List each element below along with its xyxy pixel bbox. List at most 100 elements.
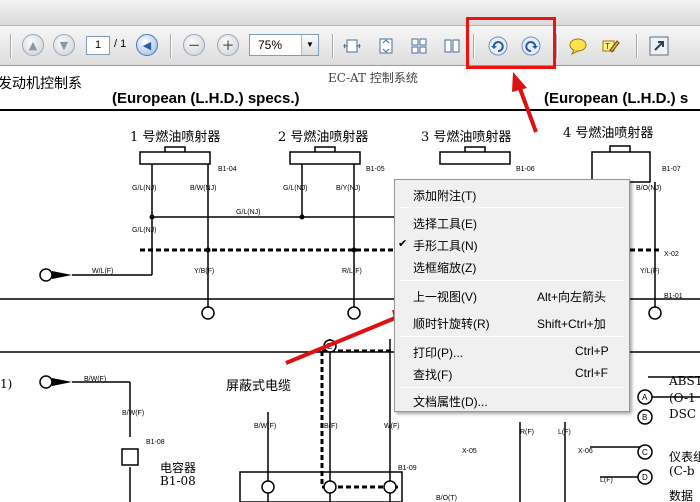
circle-letter: E [327,342,333,351]
circle-letter: D [642,473,648,482]
wire-label: W/L(F) [92,268,114,275]
fullscreen-icon[interactable] [648,35,670,57]
menu-separator [401,387,623,388]
menu-item-label: 打印(P)... [413,346,463,360]
page-number-input[interactable]: 1 [86,36,110,55]
left-marker: 1) [0,377,13,391]
menu-item-marquee-zoom[interactable]: 选框缩放(Z) [395,256,629,276]
right-label: ABST [669,374,700,388]
menu-item-rotate-clockwise[interactable]: 顺时针旋转(R) Shift+Ctrl+加 [395,312,629,332]
connector-code: B1-05 [366,166,385,173]
toolbar-separator [170,34,171,58]
wire-label: L(F) [600,477,613,484]
title-strip [0,0,700,26]
zoom-in-button[interactable]: + [217,34,239,56]
wire-label: B(F) [324,423,338,430]
rotate-buttons-highlight [466,17,556,69]
connector-code: B1-07 [662,166,681,173]
arrow-down-icon: ▼ [59,38,69,52]
zoom-out-button[interactable]: − [183,34,205,56]
menu-item-select-tool[interactable]: 选择工具(E) [395,212,629,232]
connector-code: B1-01 [664,293,683,300]
circle-letter: A [642,393,648,402]
wire-label: B/W(NJ) [190,185,217,192]
minus-icon: − [187,35,201,54]
toolbar-separator [636,34,637,58]
connector-code: X-06 [578,448,593,455]
arrow-left-icon: ◀ [142,38,152,52]
circle-letter: C [642,448,648,457]
menu-item-add-note[interactable]: 添加附注(T) [395,184,629,204]
wire-label: B/O(NJ) [636,185,662,192]
wire-label: B/W(F) [84,376,107,383]
go-back-button[interactable]: ◀ [136,34,158,56]
wire-label: G/L(NJ) [236,209,261,216]
checkmark-icon: ✔ [398,238,408,250]
right-label: (O-1 [669,391,696,405]
context-menu: 添加附注(T) 选择工具(E) ✔ 手形工具(N) 选框缩放(Z) 上一视图(V… [394,179,630,412]
wire-label: R/L(F) [342,268,362,275]
right-label: (C-b [669,464,695,478]
menu-item-shortcut: Shift+Ctrl+加 [537,317,606,331]
menu-item-shortcut: Alt+向左箭头 [537,290,607,304]
menu-separator [401,280,623,281]
page-total-label: / 1 [114,38,127,50]
previous-page-button[interactable]: ▲ [22,34,44,56]
right-label: 数据 [669,489,694,502]
connector-code: B1-04 [218,166,237,173]
plus-icon: + [221,35,235,54]
wire-label: B/W(F) [122,410,145,417]
menu-item-document-properties[interactable]: 文档属性(D)... [395,390,629,410]
wire-label: B/W(F) [254,423,277,430]
menu-item-label: 顺时针旋转(R) [413,317,490,331]
connector-code: B1-09 [398,465,417,472]
menu-item-label: 文档属性(D)... [413,395,488,409]
connector-code: X-02 [664,251,679,258]
menu-item-print[interactable]: 打印(P)... Ctrl+P [395,341,629,361]
toolbar-separator [556,34,557,58]
menu-item-previous-view[interactable]: 上一视图(V) Alt+向左箭头 [395,285,629,305]
wire-label: L(F) [558,429,571,436]
chevron-down-icon[interactable]: ▼ [301,35,318,55]
fit-page-icon[interactable] [376,36,396,56]
zoom-select[interactable]: 75% ▼ [249,34,319,56]
two-page-view-icon[interactable] [442,36,462,56]
wire-label: G/L(NJ) [132,185,157,192]
toolbar-separator [10,34,11,58]
arrow-up-icon: ▲ [28,38,38,52]
menu-item-shortcut: Ctrl+F [575,366,608,380]
connector-code: B1-08 [146,439,165,446]
right-label: 仪表组 [669,450,700,464]
menu-item-find[interactable]: 查找(F) Ctrl+F [395,363,629,383]
continuous-pages-icon[interactable] [409,36,429,56]
wire-label: B/O(T) [436,495,457,502]
zoom-value: 75% [258,38,283,52]
menu-separator [401,336,623,337]
menu-item-label: 选框缩放(Z) [413,261,477,275]
menu-item-label: 查找(F) [413,368,453,382]
toolbar-separator [332,34,333,58]
connector-code: X-05 [462,448,477,455]
wire-label: R(F) [520,429,534,436]
next-page-button[interactable]: ▼ [53,34,75,56]
circle-letter: B [642,413,648,422]
menu-item-label: 手形工具(N) [413,239,478,253]
menu-item-label: 选择工具(E) [413,217,477,231]
comment-icon[interactable] [567,36,589,56]
menu-item-label: 添加附注(T) [413,189,477,203]
connector-code: B1-06 [516,166,535,173]
wire-label: Y/L(F) [640,268,660,275]
highlight-text-icon[interactable]: T [600,36,622,56]
wire-label: W(F) [384,423,400,430]
svg-text:T: T [605,42,610,51]
menu-item-hand-tool[interactable]: ✔ 手形工具(N) [395,234,629,254]
menu-item-shortcut: Ctrl+P [575,344,609,358]
wire-label: G/L(NJ) [132,227,157,234]
wire-label: B/Y(NJ) [336,185,361,192]
menu-item-label: 上一视图(V) [413,290,477,304]
fit-width-icon[interactable] [342,36,362,56]
shield-cable-label: 屏蔽式电缆 [226,379,292,394]
right-label: DSC H [669,407,700,421]
wire-label: Y/B(F) [194,268,215,275]
wire-label: G/L(NJ) [283,185,308,192]
